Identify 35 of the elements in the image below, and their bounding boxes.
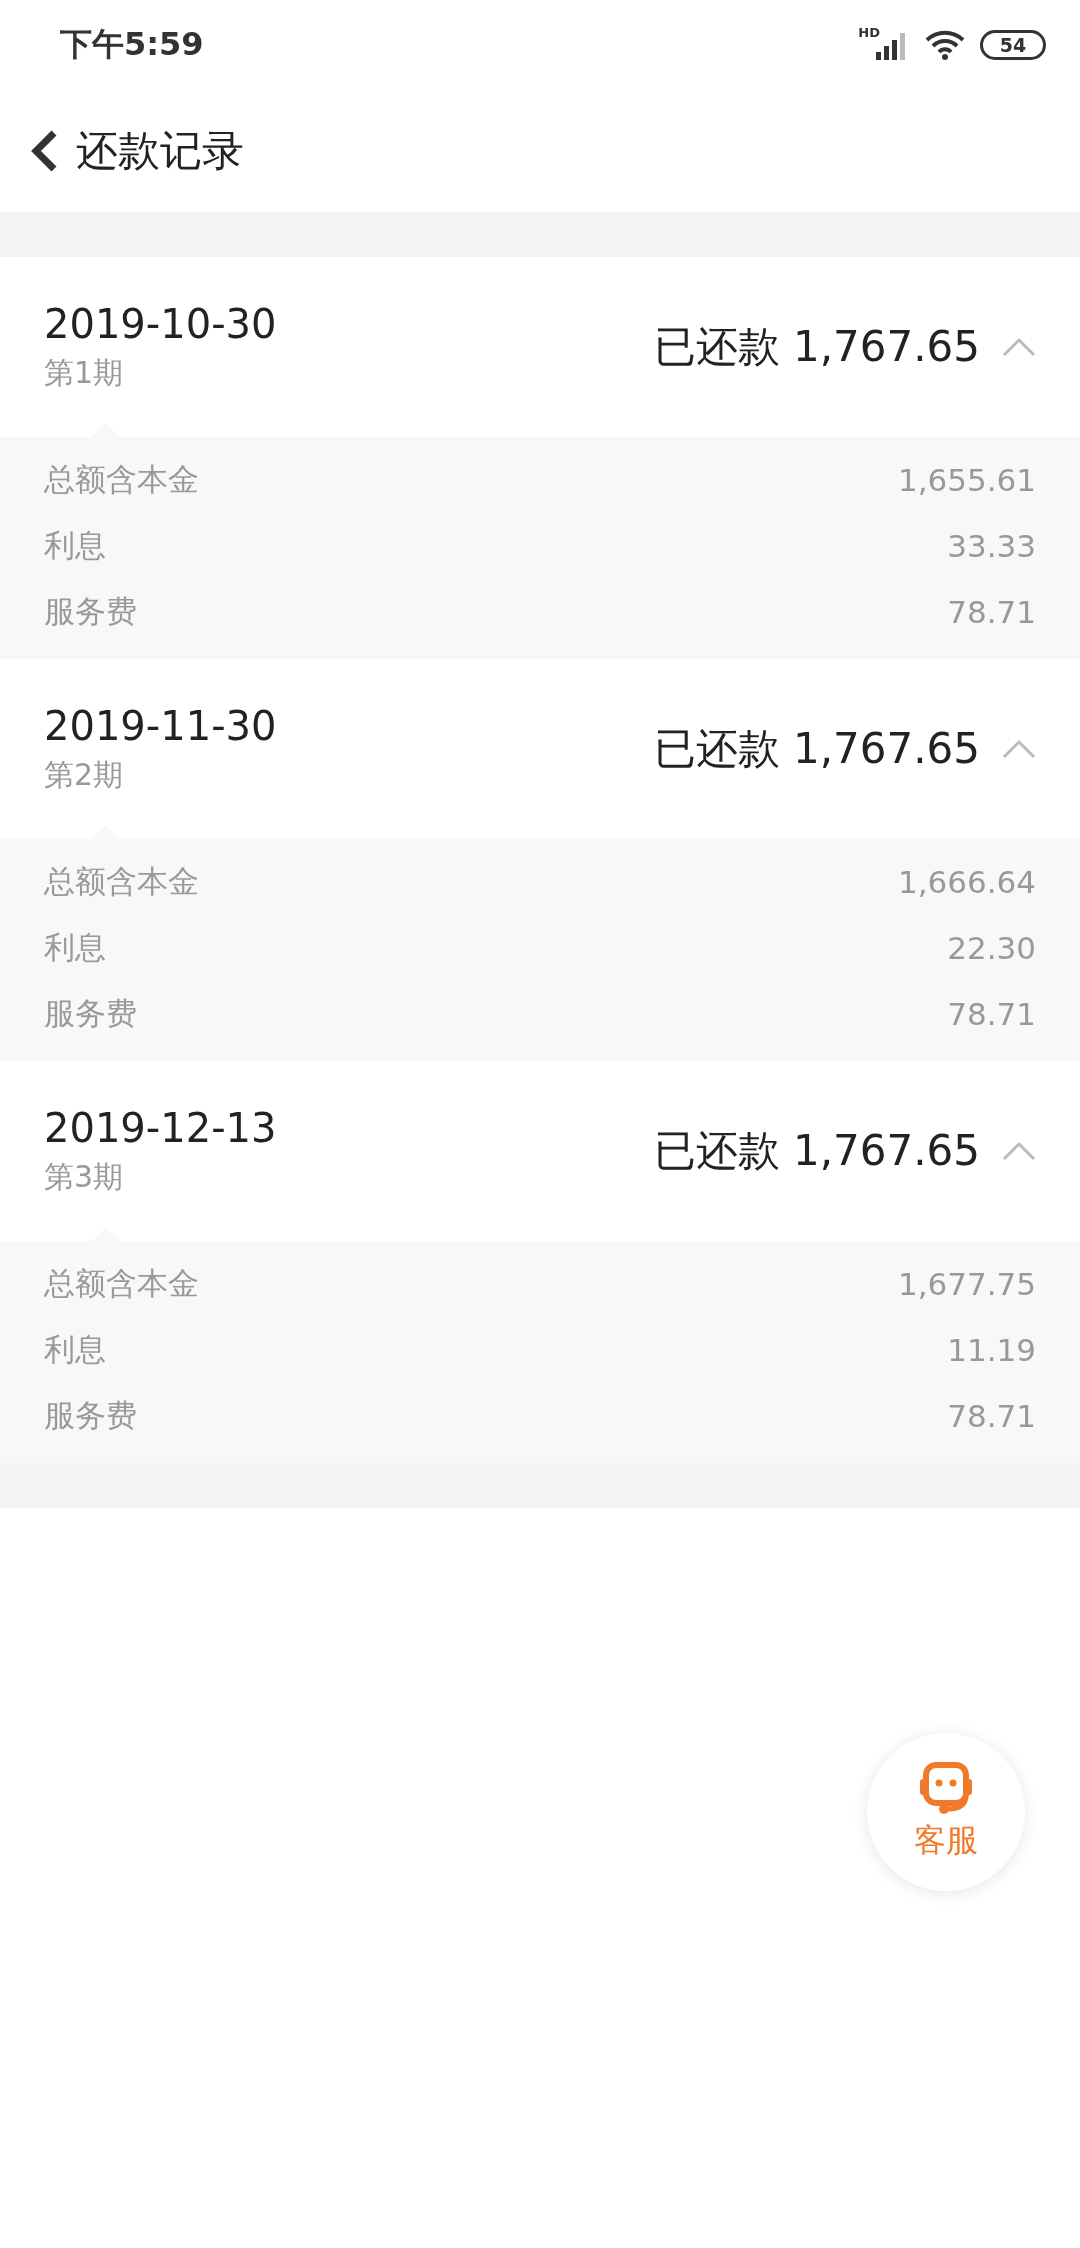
battery-indicator: 54 [980,30,1046,60]
chevron-icon[interactable] [1002,337,1036,357]
chevron-icon[interactable] [1002,739,1036,759]
paid-amount: 已还款 1,767.65 [653,723,980,775]
paid-amount: 已还款 1,767.65 [653,321,980,373]
wifi-icon [924,29,966,61]
detail-value: 1,655.61 [897,462,1036,498]
record-date: 2019-10-30 [44,300,277,347]
page-title: 还款记录 [76,125,244,177]
detail-value: 33.33 [947,528,1036,564]
period-label: 第2期 [44,755,125,794]
period-label: 第3期 [44,1157,125,1196]
detail-label: 总额含本金 [44,460,199,499]
detail-label: 服务费 [44,592,137,631]
detail-label: 服务费 [44,1396,137,1435]
paid-amount: 已还款 1,767.65 [653,1125,980,1177]
detail-label: 总额含本金 [44,1264,199,1303]
detail-value: 11.19 [947,1332,1036,1368]
detail-value: 78.71 [947,1398,1036,1434]
detail-label: 服务费 [44,994,137,1033]
detail-label: 利息 [44,928,106,967]
detail-value: 22.30 [947,930,1036,966]
detail-label: 总额含本金 [44,862,199,901]
detail-value: 1,677.75 [897,1266,1036,1302]
period-label: 第1期 [44,353,125,392]
network-label: HD [858,25,880,40]
record-date: 2019-11-30 [44,702,277,749]
record-date: 2019-12-13 [44,1104,277,1151]
detail-label: 利息 [44,1330,106,1369]
detail-value: 78.71 [947,594,1036,630]
detail-label: 利息 [44,526,106,565]
detail-value: 78.71 [947,996,1036,1032]
clock: 下午5:59 [60,24,204,65]
chevron-icon[interactable] [1002,1141,1036,1161]
detail-value: 1,666.64 [897,864,1036,900]
